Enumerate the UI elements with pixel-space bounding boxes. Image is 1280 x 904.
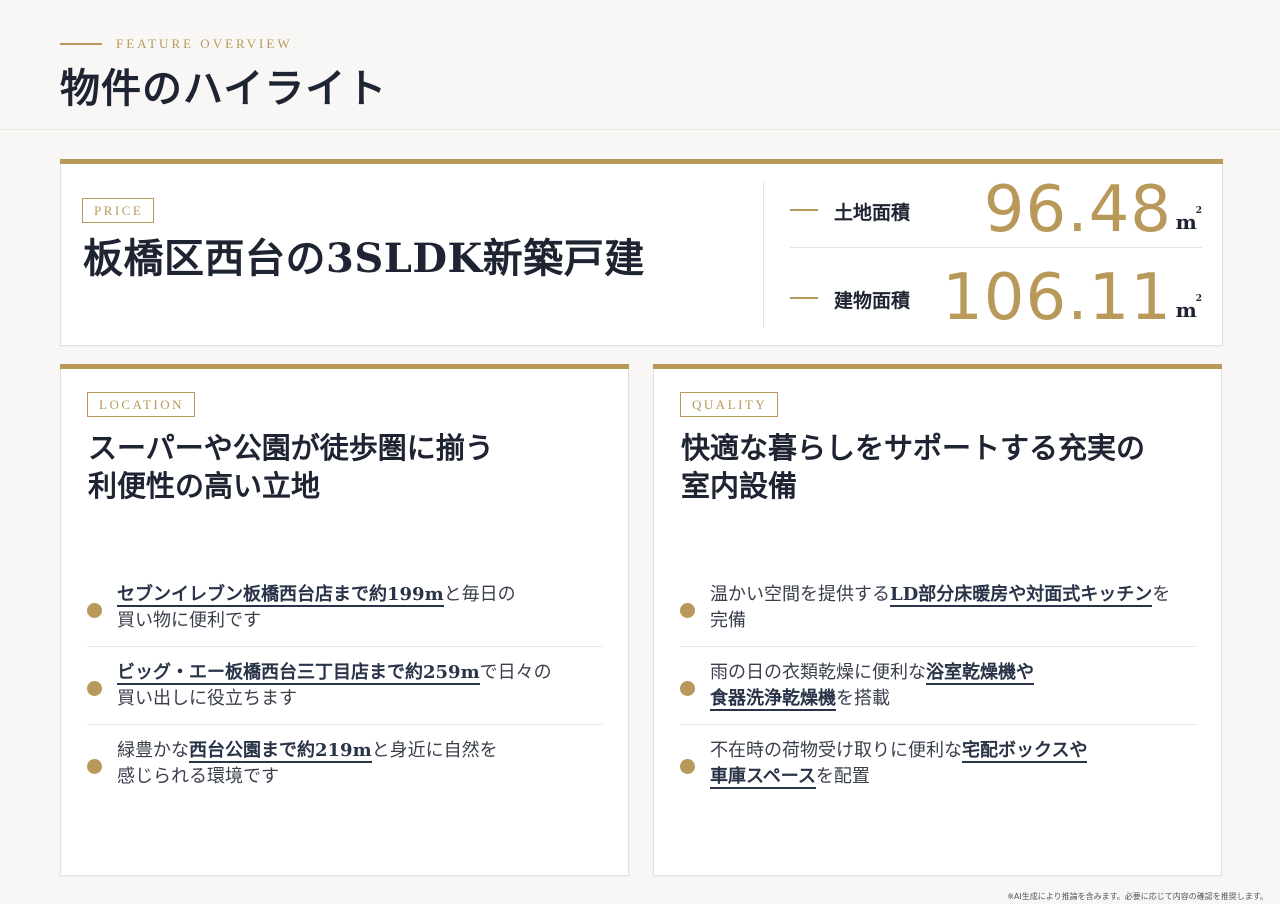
bullet-dot xyxy=(87,681,102,696)
land-area-row: 土地面積 96.48 m2 xyxy=(790,172,1202,248)
vertical-divider xyxy=(763,182,764,328)
building-area-unit: m2 xyxy=(1175,294,1202,322)
bullet-dot xyxy=(680,681,695,696)
location-tag: LOCATION xyxy=(87,392,195,417)
page-title: 物件のハイライト xyxy=(60,65,388,112)
list-item: 不在時の荷物受け取りに便利な宅配ボックスや 車庫スペースを配置 xyxy=(680,725,1196,803)
land-area-unit: m2 xyxy=(1175,206,1202,234)
eyebrow-text: FEATURE OVERVIEW xyxy=(116,36,293,51)
price-tag: PRICE xyxy=(82,198,155,223)
building-area-label: 建物面積 xyxy=(834,290,911,312)
list-item: 緑豊かな西台公園まで約219mと身近に自然を 感じられる環境です xyxy=(87,725,603,803)
dash-marker xyxy=(790,297,818,299)
bullet-dot xyxy=(680,603,695,618)
quality-list: 温かい空間を提供するLD部分床暖房や対面式キッチンを 完備 雨の日の衣類乾燥に便… xyxy=(680,569,1196,803)
bullet-dot xyxy=(87,603,102,618)
building-area-row: 建物面積 106.11 m2 xyxy=(790,260,1202,336)
land-area-value: 96.48 xyxy=(983,173,1172,247)
list-item: ビッグ・エー板橋西台三丁目店まで約259mで日々の 買い出しに役立ちます xyxy=(87,647,603,725)
bullet-dot xyxy=(680,759,695,774)
list-item: セブンイレブン板橋西台店まで約199mと毎日の 買い物に便利です xyxy=(87,569,603,647)
list-item: 雨の日の衣類乾燥に便利な浴室乾燥機や 食器洗浄乾燥機を搭載 xyxy=(680,647,1196,725)
location-list: セブンイレブン板橋西台店まで約199mと毎日の 買い物に便利です ビッグ・エー板… xyxy=(87,569,603,803)
bullet-dot xyxy=(87,759,102,774)
eyebrow: FEATURE OVERVIEW xyxy=(60,36,293,52)
building-area-value: 106.11 xyxy=(942,261,1172,335)
list-item: 温かい空間を提供するLD部分床暖房や対面式キッチンを 完備 xyxy=(680,569,1196,647)
location-card: LOCATION スーパーや公園が徒歩圏に揃う 利便性の高い立地 セブンイレブン… xyxy=(60,364,629,876)
dash-marker xyxy=(790,209,818,211)
land-area-label: 土地面積 xyxy=(834,202,911,224)
price-card: PRICE 板橋区西台の3SLDK新築戸建 土地面積 96.48 m2 建物面積… xyxy=(60,159,1223,346)
quality-card: QUALITY 快適な暮らしをサポートする充実の 室内設備 温かい空間を提供する… xyxy=(653,364,1222,876)
location-heading: スーパーや公園が徒歩圏に揃う 利便性の高い立地 xyxy=(88,431,494,503)
quality-heading: 快適な暮らしをサポートする充実の 室内設備 xyxy=(681,431,1146,503)
quality-tag: QUALITY xyxy=(680,392,779,417)
property-title: 板橋区西台の3SLDK新築戸建 xyxy=(83,235,645,282)
eyebrow-rule xyxy=(60,43,102,45)
page-header: FEATURE OVERVIEW 物件のハイライト xyxy=(0,0,1280,130)
footnote: ※AI生成により推論を含みます。必要に応じて内容の確認を推奨します。 xyxy=(1007,892,1268,901)
